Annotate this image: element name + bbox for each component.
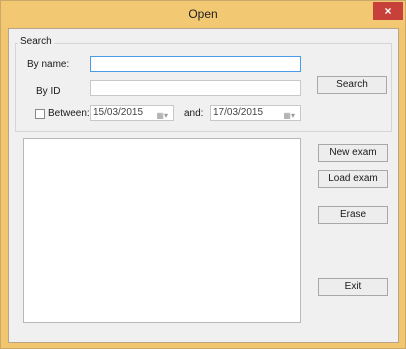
date-to-picker[interactable]: 17/03/2015 ▦▾ bbox=[210, 105, 301, 121]
by-name-label: By name: bbox=[27, 59, 70, 70]
results-list[interactable] bbox=[23, 138, 301, 323]
and-label: and: bbox=[184, 108, 204, 119]
between-checkbox[interactable] bbox=[35, 109, 45, 119]
search-group-label: Search bbox=[18, 36, 54, 47]
close-button[interactable]: × bbox=[373, 2, 403, 20]
dialog-body: Search By name: By ID Between: 15/03/201… bbox=[8, 28, 399, 343]
date-from-value: 15/03/2015 bbox=[93, 107, 144, 118]
exit-button[interactable]: Exit bbox=[318, 278, 388, 296]
between-label: Between: bbox=[48, 108, 90, 119]
window-title: Open bbox=[188, 7, 218, 21]
calendar-dropdown-icon[interactable]: ▦▾ bbox=[156, 109, 168, 123]
date-to-value: 17/03/2015 bbox=[213, 107, 264, 118]
calendar-dropdown-icon[interactable]: ▦▾ bbox=[283, 109, 295, 123]
new-exam-button[interactable]: New exam bbox=[318, 144, 388, 162]
date-from-picker[interactable]: 15/03/2015 ▦▾ bbox=[90, 105, 174, 121]
erase-button[interactable]: Erase bbox=[318, 206, 388, 224]
load-exam-button[interactable]: Load exam bbox=[318, 170, 388, 188]
open-dialog: Open × Search By name: By ID Between: 15… bbox=[0, 0, 406, 349]
title-bar[interactable]: Open × bbox=[1, 1, 405, 27]
search-button[interactable]: Search bbox=[317, 76, 387, 94]
by-id-input[interactable] bbox=[90, 80, 301, 96]
by-name-input[interactable] bbox=[90, 56, 301, 72]
by-id-label: By ID bbox=[36, 86, 61, 97]
